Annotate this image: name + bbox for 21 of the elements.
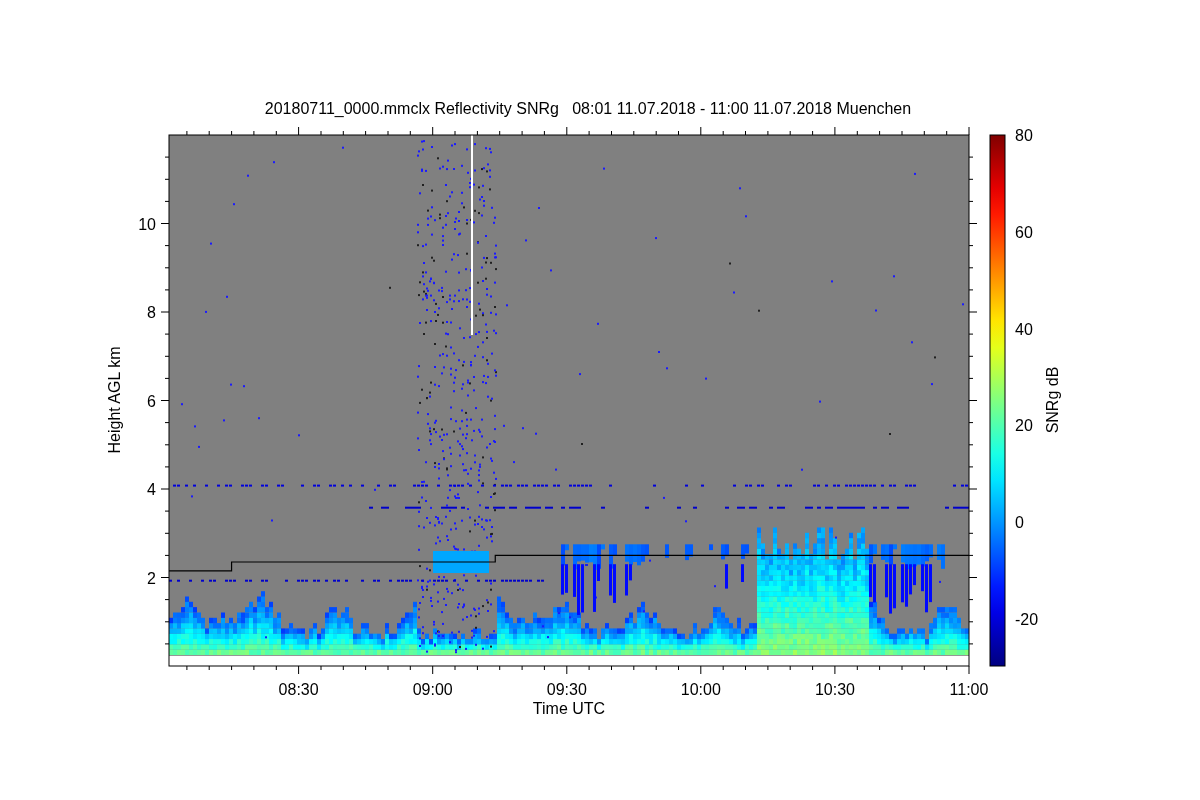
tick-label: 08:30	[278, 681, 319, 698]
axis-label: Height AGL km	[106, 346, 123, 454]
tick-label: 11:00	[949, 681, 989, 698]
tick-label: 09:00	[412, 681, 453, 698]
tick-label: 2	[147, 569, 156, 587]
tick-label: 4	[147, 481, 156, 498]
tick-label: 20	[1015, 417, 1033, 435]
tick-label: 40	[1015, 320, 1033, 338]
tick-label: 80	[1015, 127, 1033, 144]
axis-label: Time UTC	[532, 700, 606, 717]
tick-label: -20	[1015, 611, 1039, 628]
tick-label: 6	[147, 392, 156, 410]
tick-label: 10	[138, 215, 156, 233]
tick-label: 0	[1015, 514, 1024, 532]
tick-label: 10:30	[814, 681, 855, 698]
tick-label: 60	[1015, 223, 1033, 241]
tick-label: 8	[147, 304, 156, 321]
tick-label: 10:00	[680, 681, 721, 698]
figure-title: 20180711_0000.mmclx Reflectivity SNRg 08:01 11.07.2018 - 11:00 11.07.2018 Muenchen	[264, 100, 912, 117]
tick-label: 09:30	[546, 681, 587, 698]
axis-label: SNRg dB	[1044, 366, 1061, 434]
